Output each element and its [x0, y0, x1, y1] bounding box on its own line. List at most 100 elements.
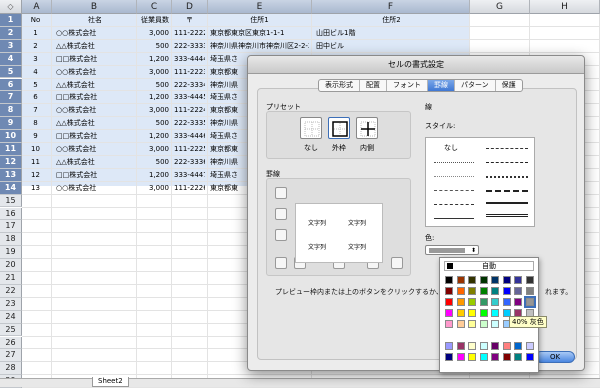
color-swatch[interactable]	[456, 287, 465, 295]
tab-0[interactable]: 表示形式	[319, 80, 360, 91]
color-swatch[interactable]	[445, 287, 453, 295]
line-style-option[interactable]	[434, 176, 474, 177]
color-swatch[interactable]	[456, 353, 465, 361]
cell[interactable]: △△株式会社	[56, 80, 134, 91]
cell[interactable]: 山田ビル1階	[316, 28, 467, 39]
row-header-6[interactable]: 6	[0, 78, 22, 92]
color-swatch[interactable]	[468, 353, 476, 361]
cell[interactable]: △△株式会社	[56, 118, 134, 129]
cell[interactable]: 〒	[174, 15, 205, 26]
cell[interactable]: 500	[141, 157, 169, 168]
cell[interactable]: ○○株式会社	[56, 28, 134, 39]
cell[interactable]: 111-2226	[174, 183, 205, 194]
color-swatch[interactable]	[445, 298, 453, 306]
cell[interactable]: 6	[22, 92, 49, 103]
select-all-corner[interactable]: ◇	[0, 0, 22, 14]
cell[interactable]: 333-4446	[174, 131, 205, 142]
color-swatch[interactable]	[502, 298, 511, 306]
cell[interactable]: 333-4445	[174, 92, 205, 103]
border-preview[interactable]: 文字列 文字列 文字列 文字列	[295, 203, 383, 263]
color-swatch[interactable]	[491, 309, 499, 317]
border-diag-up-button[interactable]	[275, 257, 287, 269]
cell[interactable]: 500	[141, 41, 169, 52]
row-header-16[interactable]: 16	[0, 207, 22, 221]
cell[interactable]: 12	[22, 170, 49, 181]
color-swatch[interactable]	[502, 342, 511, 350]
ok-button[interactable]: OK	[535, 351, 575, 363]
cell[interactable]: 3,000	[141, 67, 169, 78]
row-header-11[interactable]: 11	[0, 143, 22, 156]
color-swatch[interactable]	[445, 342, 453, 350]
cell[interactable]: 東京都東京区東京1-1-1	[210, 28, 309, 39]
cell[interactable]: 3,000	[141, 183, 169, 194]
row-header-26[interactable]: 26	[0, 336, 22, 350]
cell[interactable]: No	[22, 15, 49, 26]
auto-color-button[interactable]: 自動	[444, 261, 534, 271]
color-swatch[interactable]	[491, 320, 499, 328]
line-style-option[interactable]	[486, 214, 528, 217]
row-header-20[interactable]: 20	[0, 259, 22, 272]
line-style-option[interactable]	[434, 190, 474, 191]
cell[interactable]: 111-2224	[174, 105, 205, 116]
row-header-14[interactable]: 14	[0, 181, 22, 195]
line-style-option[interactable]	[486, 162, 528, 163]
cell[interactable]: 8	[22, 118, 49, 129]
color-swatch[interactable]	[514, 342, 522, 350]
cell[interactable]: ○○株式会社	[56, 144, 134, 155]
row-header-23[interactable]: 23	[0, 297, 22, 311]
color-swatch[interactable]	[491, 342, 499, 350]
color-swatch[interactable]	[445, 276, 453, 284]
cell[interactable]: 333-4444	[174, 54, 205, 65]
color-swatch[interactable]	[479, 287, 488, 295]
cell[interactable]: 13	[22, 183, 49, 194]
cell[interactable]: 1,200	[141, 131, 169, 142]
preset-outline-button[interactable]	[328, 117, 350, 139]
row-header-4[interactable]: 4	[0, 52, 22, 66]
color-swatch[interactable]	[514, 353, 522, 361]
color-swatch[interactable]	[491, 298, 499, 306]
cell[interactable]: 222-3334	[174, 80, 205, 91]
cell[interactable]: 222-3333	[174, 41, 205, 52]
line-style-option[interactable]	[486, 176, 528, 178]
cell[interactable]: ○○株式会社	[56, 67, 134, 78]
color-swatch[interactable]	[456, 342, 465, 350]
color-swatch[interactable]	[468, 309, 476, 317]
color-swatch[interactable]	[491, 353, 499, 361]
color-swatch[interactable]	[468, 287, 476, 295]
cell[interactable]: 333-4447	[174, 170, 205, 181]
cell[interactable]: 10	[22, 144, 49, 155]
line-style-option[interactable]	[434, 218, 474, 219]
tab-2[interactable]: フォント	[387, 80, 428, 91]
color-swatch[interactable]	[514, 298, 522, 306]
cell[interactable]: 田中ビル	[316, 41, 467, 52]
cell[interactable]: □□株式会社	[56, 92, 134, 103]
line-style-option[interactable]	[486, 190, 528, 192]
color-swatch[interactable]	[479, 342, 488, 350]
row-header-10[interactable]: 10	[0, 130, 22, 143]
column-header-e[interactable]: E	[208, 0, 312, 14]
row-header-24[interactable]: 24	[0, 310, 22, 324]
cell[interactable]: 3,000	[141, 105, 169, 116]
row-header-15[interactable]: 15	[0, 194, 22, 208]
preset-inside-button[interactable]	[356, 117, 378, 139]
cell[interactable]: 1,200	[141, 54, 169, 65]
row-header-22[interactable]: 22	[0, 284, 22, 298]
color-swatch[interactable]	[479, 353, 488, 361]
tab-4[interactable]: パターン	[455, 80, 496, 91]
column-header-a[interactable]: A	[22, 0, 52, 14]
cell[interactable]: ○○株式会社	[56, 105, 134, 116]
cell[interactable]: 1	[22, 28, 49, 39]
cell[interactable]: 3	[22, 54, 49, 65]
cell[interactable]: 500	[141, 80, 169, 91]
cell[interactable]: ○○株式会社	[56, 183, 134, 194]
color-swatch[interactable]	[525, 342, 534, 350]
color-swatch[interactable]	[491, 287, 499, 295]
column-header-g[interactable]: G	[470, 0, 530, 14]
line-style-option[interactable]	[486, 202, 528, 204]
row-header-1[interactable]: 1	[0, 14, 22, 27]
tab-5[interactable]: 保護	[496, 80, 522, 91]
color-swatch[interactable]	[468, 342, 476, 350]
line-style-option[interactable]	[486, 148, 528, 149]
color-swatch[interactable]	[456, 276, 465, 284]
border-top-button[interactable]	[275, 187, 287, 199]
